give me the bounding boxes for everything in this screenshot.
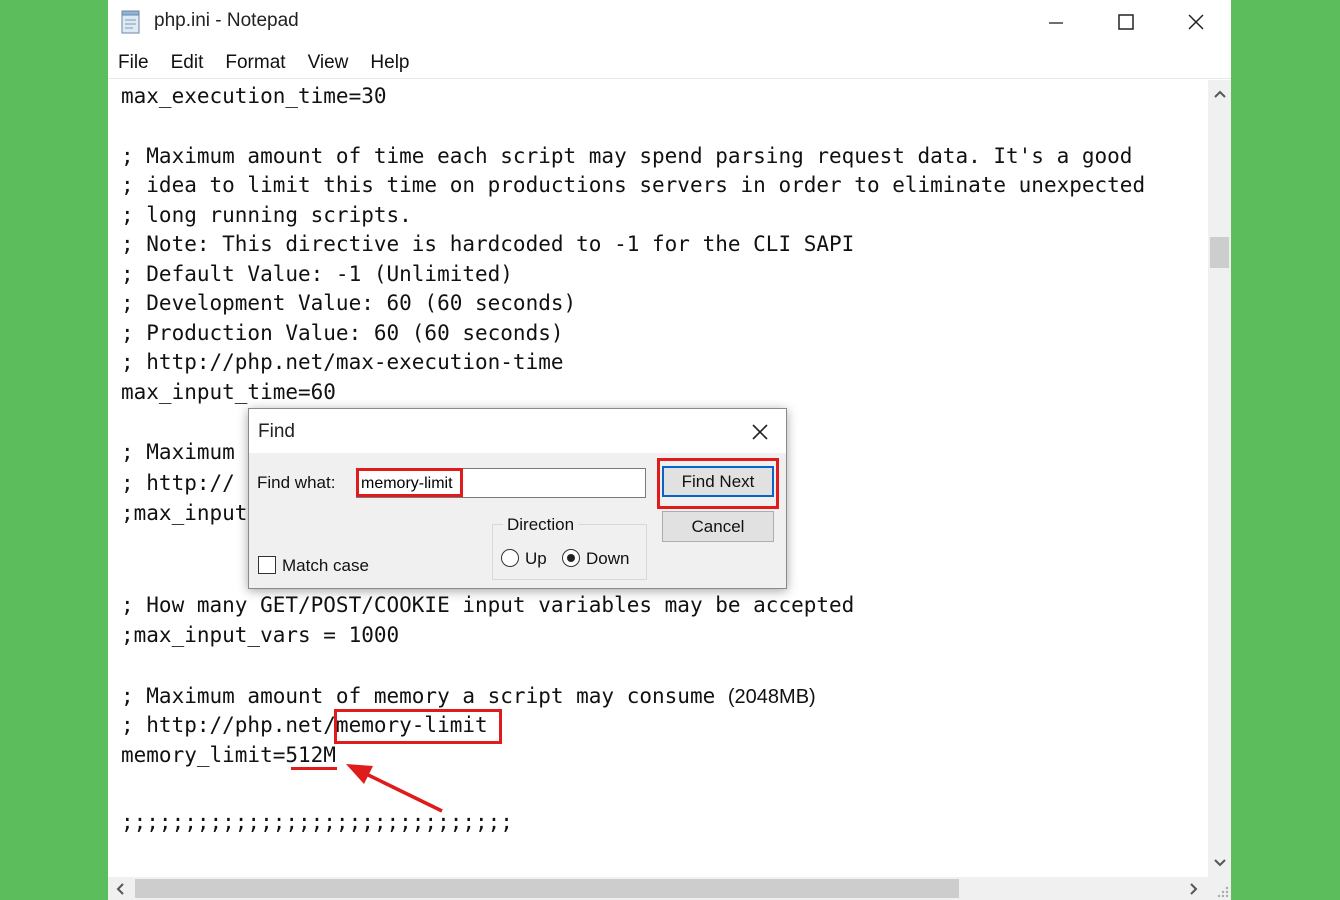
- direction-up-label[interactable]: Up: [525, 549, 547, 569]
- editor-line: ; How many GET/POST/COOKIE input variabl…: [121, 593, 855, 617]
- editor-line: ;max_input: [121, 501, 248, 525]
- horizontal-scrollbar[interactable]: [108, 877, 1208, 900]
- direction-up-radio[interactable]: [501, 549, 519, 567]
- direction-down-radio[interactable]: [562, 549, 580, 567]
- window-title: php.ini - Notepad: [154, 10, 299, 31]
- scroll-left-button[interactable]: [108, 877, 132, 900]
- find-input-highlight-box: [356, 468, 463, 497]
- maximize-icon: [1118, 14, 1134, 30]
- editor-line: ; http://: [121, 471, 235, 495]
- scroll-right-button[interactable]: [1182, 877, 1206, 900]
- editor-line: ; Production Value: 60 (60 seconds): [121, 321, 564, 345]
- chevron-right-icon: [1190, 882, 1198, 895]
- editor-line: ; long running scripts.: [121, 203, 412, 227]
- editor-line-memory-limit: memory_limit=512M: [121, 743, 336, 767]
- horizontal-scroll-thumb[interactable]: [135, 879, 959, 898]
- menu-help[interactable]: Help: [360, 48, 409, 78]
- minimize-icon: [1049, 22, 1063, 24]
- editor-line: ; http://php.net/max-execution-time: [121, 350, 564, 374]
- chevron-left-icon: [116, 882, 124, 895]
- find-dialog: Find Find what: Find Next Cancel Directi…: [248, 408, 787, 589]
- title-bar: php.ini - Notepad: [108, 0, 1231, 44]
- editor-line: ; Note: This directive is hardcoded to -…: [121, 232, 855, 256]
- vertical-scroll-thumb[interactable]: [1210, 237, 1229, 268]
- editor-line-separator: ;;;;;;;;;;;;;;;;;;;;;;;;;;;;;;;: [121, 810, 513, 834]
- maximize-button[interactable]: [1091, 0, 1161, 44]
- menu-format[interactable]: Format: [215, 48, 285, 78]
- close-button[interactable]: [1161, 0, 1231, 44]
- cancel-button[interactable]: Cancel: [662, 511, 774, 542]
- chevron-down-icon: [1213, 859, 1226, 867]
- menu-separator: [108, 78, 1231, 79]
- editor-line: max_execution_time=30: [121, 84, 387, 108]
- match-case-checkbox[interactable]: [258, 556, 276, 574]
- menu-file[interactable]: File: [108, 48, 149, 78]
- notepad-icon: [121, 10, 140, 34]
- menu-view[interactable]: View: [298, 48, 349, 78]
- match-case-label[interactable]: Match case: [282, 556, 369, 576]
- find-next-highlight-box: [657, 458, 779, 509]
- editor-line: ;max_input_vars = 1000: [121, 623, 400, 647]
- scroll-up-button[interactable]: [1208, 82, 1231, 106]
- editor-line: ; Default Value: -1 (Unlimited): [121, 262, 513, 286]
- menu-edit[interactable]: Edit: [161, 48, 204, 78]
- editor-line: ; Maximum amount of time each script may…: [121, 144, 1133, 168]
- find-dialog-title: Find: [258, 421, 295, 442]
- close-icon: [1188, 14, 1204, 30]
- resize-grip-icon: [1217, 886, 1229, 898]
- memory-limit-highlight-box: [334, 709, 502, 744]
- menu-bar: File Edit Format View Help: [108, 48, 421, 78]
- minimize-button[interactable]: [1021, 0, 1091, 44]
- chevron-up-icon: [1213, 90, 1226, 98]
- scroll-down-button[interactable]: [1208, 851, 1231, 875]
- direction-label: Direction: [503, 515, 579, 535]
- find-what-label: Find what:: [257, 473, 336, 492]
- vertical-scrollbar[interactable]: [1208, 80, 1231, 877]
- editor-line: max_input_time=60: [121, 380, 336, 404]
- editor-line: ; Development Value: 60 (60 seconds): [121, 291, 577, 315]
- find-dialog-close-button[interactable]: [744, 417, 776, 447]
- memory-size-note: (2048MB): [727, 686, 816, 708]
- editor-line-memory-comment: ; Maximum amount of memory a script may …: [121, 681, 816, 711]
- editor-line-text: ; Maximum amount of memory a script may …: [121, 684, 716, 708]
- close-icon: [752, 424, 768, 440]
- find-dialog-title-bar: Find: [249, 409, 786, 453]
- memory-value-underline: [291, 767, 337, 770]
- editor-line: ; Maximum: [121, 440, 235, 464]
- resize-grip[interactable]: [1208, 877, 1231, 900]
- editor-line: ; idea to limit this time on productions…: [121, 173, 1146, 197]
- direction-down-label[interactable]: Down: [586, 549, 629, 569]
